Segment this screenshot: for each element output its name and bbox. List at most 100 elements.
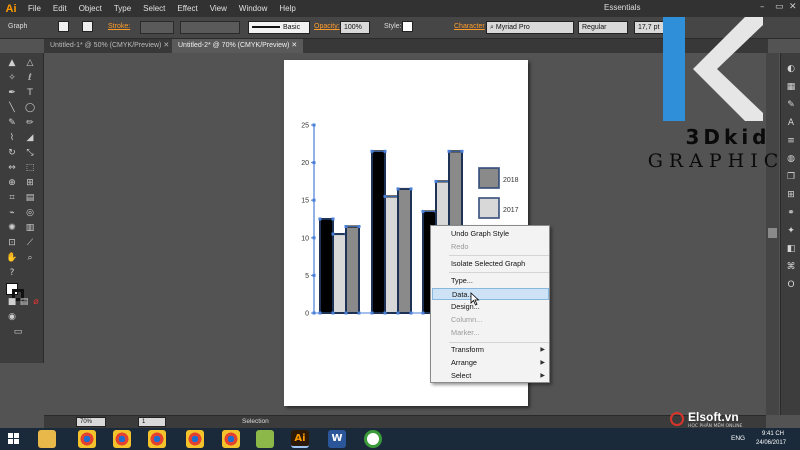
layers-panel-icon[interactable]: ❐ <box>785 171 797 183</box>
artboards-panel-icon[interactable]: ⊞ <box>785 189 797 201</box>
tab-close-icon[interactable]: ✕ <box>291 42 297 49</box>
screen-mode-icon[interactable]: ▭ <box>11 326 25 338</box>
menu-edit[interactable]: Edit <box>47 4 73 13</box>
hand-tool-icon[interactable]: ✋ <box>5 252 19 264</box>
pen-tool-icon[interactable]: ✒ <box>5 87 19 99</box>
magic-wand-tool-icon[interactable]: ✧ <box>5 72 19 84</box>
menu-item-undo-graph-style[interactable]: Undo Graph Style <box>432 228 549 240</box>
width-tool-icon[interactable]: ⇔ <box>5 162 19 174</box>
blend-tool-icon[interactable]: ◎ <box>23 207 37 219</box>
glyphs-panel-icon[interactable]: ⌘ <box>785 261 797 273</box>
menu-select[interactable]: Select <box>137 4 171 13</box>
menu-item-type[interactable]: Type... <box>432 275 549 287</box>
help-icon[interactable]: ? <box>5 267 19 279</box>
none-mode-icon[interactable]: ⌀ <box>29 296 43 308</box>
menu-view[interactable]: View <box>204 4 233 13</box>
gradient-tool-icon[interactable]: ▤ <box>23 192 37 204</box>
menu-item-data[interactable]: Data... <box>432 288 549 300</box>
links-panel-icon[interactable]: ⚭ <box>785 207 797 219</box>
menu-effect[interactable]: Effect <box>171 4 203 13</box>
menu-item-isolate-selected-graph[interactable]: Isolate Selected Graph <box>432 258 549 270</box>
selection-tool-icon[interactable]: ▲ <box>5 57 19 69</box>
menu-type[interactable]: Type <box>108 4 137 13</box>
menu-window[interactable]: Window <box>233 4 273 13</box>
stroke-weight-field[interactable] <box>140 21 174 34</box>
menu-help[interactable]: Help <box>273 4 301 13</box>
appearance-panel-icon[interactable]: ✦ <box>785 225 797 237</box>
tab-untitled-2[interactable]: Untitled-2* @ 70% (CMYK/Preview) ✕ <box>172 39 304 53</box>
word-icon[interactable]: W <box>328 430 346 448</box>
minimize-icon[interactable]: – <box>760 2 770 12</box>
workspace-switcher[interactable]: Essentials <box>604 3 640 12</box>
opacity-field[interactable]: 100% <box>340 21 370 34</box>
perspective-grid-tool-icon[interactable]: ⊞ <box>23 177 37 189</box>
illustrator-taskbar-icon[interactable]: Ai <box>291 430 309 448</box>
paintbrush-tool-icon[interactable]: ✎ <box>5 117 19 129</box>
line-tool-icon[interactable]: ╲ <box>5 102 19 114</box>
stroke-style-dropdown[interactable]: Basic <box>248 21 310 34</box>
color-panel-icon[interactable]: ◐ <box>785 63 797 75</box>
pathfinder-panel-icon[interactable]: ◧ <box>785 243 797 255</box>
swatches-panel-icon[interactable]: ▦ <box>785 81 797 93</box>
stroke-label[interactable]: Stroke: <box>108 23 130 30</box>
character-label[interactable]: Character <box>454 23 485 30</box>
windows-start-icon[interactable] <box>8 433 20 445</box>
scale-tool-icon[interactable]: ⤡ <box>23 147 37 159</box>
menu-file[interactable]: File <box>22 4 47 13</box>
menu-object[interactable]: Object <box>73 4 108 13</box>
graphic-style-swatch[interactable] <box>402 21 413 32</box>
slice-tool-icon[interactable]: ⟋ <box>23 237 37 249</box>
shape-builder-tool-icon[interactable]: ⊕ <box>5 177 19 189</box>
canvas-area[interactable]: 0 5 10 15 20 25 2018 2017 <box>44 53 766 415</box>
type-tool-icon[interactable]: T <box>23 87 37 99</box>
chrome-icon[interactable] <box>148 430 166 448</box>
column-graph-tool-icon[interactable]: ▥ <box>23 222 37 234</box>
menu-item-select[interactable]: Select ▶ <box>432 370 549 382</box>
direct-selection-tool-icon[interactable]: △ <box>23 57 37 69</box>
app-icon[interactable] <box>364 430 382 448</box>
image-viewer-icon[interactable] <box>256 430 274 448</box>
font-style-dropdown[interactable]: Regular <box>578 21 628 34</box>
vertical-scrollbar[interactable] <box>766 53 779 415</box>
tab-untitled-1[interactable]: Untitled-1* @ 50% (CMYK/Preview) ✕ <box>44 39 175 53</box>
opentype-panel-icon[interactable]: O <box>785 279 797 291</box>
menu-item-transform[interactable]: Transform ▶ <box>432 344 549 356</box>
close-icon[interactable]: ✕ <box>789 2 799 12</box>
zoom-field[interactable]: 70% <box>76 417 106 427</box>
chrome-icon[interactable] <box>222 430 240 448</box>
free-transform-tool-icon[interactable]: ⬚ <box>23 162 37 174</box>
draw-mode-icon[interactable]: ◉ <box>5 311 19 323</box>
zoom-tool-icon[interactable]: ⌕ <box>23 252 37 264</box>
artboard-tool-icon[interactable]: ⊡ <box>5 237 19 249</box>
mesh-tool-icon[interactable]: ⌗ <box>5 192 19 204</box>
brushes-panel-icon[interactable]: ✎ <box>785 99 797 111</box>
anchor-point <box>383 149 387 153</box>
stroke-swatch[interactable] <box>82 21 93 32</box>
variable-width-field[interactable] <box>180 21 240 34</box>
scrollbar-thumb[interactable] <box>768 228 777 238</box>
chrome-icon[interactable] <box>113 430 131 448</box>
blob-brush-tool-icon[interactable]: ⌇ <box>5 132 19 144</box>
language-indicator[interactable]: ENG <box>731 435 745 442</box>
maximize-icon[interactable]: ▭ <box>775 2 785 12</box>
menu-item-arrange[interactable]: Arrange ▶ <box>432 357 549 369</box>
pencil-tool-icon[interactable]: ✏ <box>23 117 37 129</box>
chrome-icon[interactable] <box>78 430 96 448</box>
font-family-field[interactable]: ⌕ Myriad Pro <box>486 21 574 34</box>
fill-swatch[interactable] <box>58 21 69 32</box>
opacity-label[interactable]: Opacity: <box>314 23 340 30</box>
eraser-tool-icon[interactable]: ◢ <box>23 132 37 144</box>
chrome-icon[interactable] <box>186 430 204 448</box>
artboard-number-field[interactable]: 1 <box>138 417 166 427</box>
tab-close-icon[interactable]: ✕ <box>163 42 169 49</box>
rotate-tool-icon[interactable]: ↻ <box>5 147 19 159</box>
anchor-point <box>331 311 335 315</box>
elsoft-logo-icon <box>670 412 684 426</box>
symbol-sprayer-tool-icon[interactable]: ✺ <box>5 222 19 234</box>
legend-label: 2018 <box>503 177 519 184</box>
menu-item-design[interactable]: Design... <box>432 301 549 313</box>
ellipse-tool-icon[interactable]: ◯ <box>23 102 37 114</box>
eyedropper-tool-icon[interactable]: ⌁ <box>5 207 19 219</box>
lasso-tool-icon[interactable]: ℓ <box>23 72 37 84</box>
file-explorer-icon[interactable] <box>38 430 56 448</box>
